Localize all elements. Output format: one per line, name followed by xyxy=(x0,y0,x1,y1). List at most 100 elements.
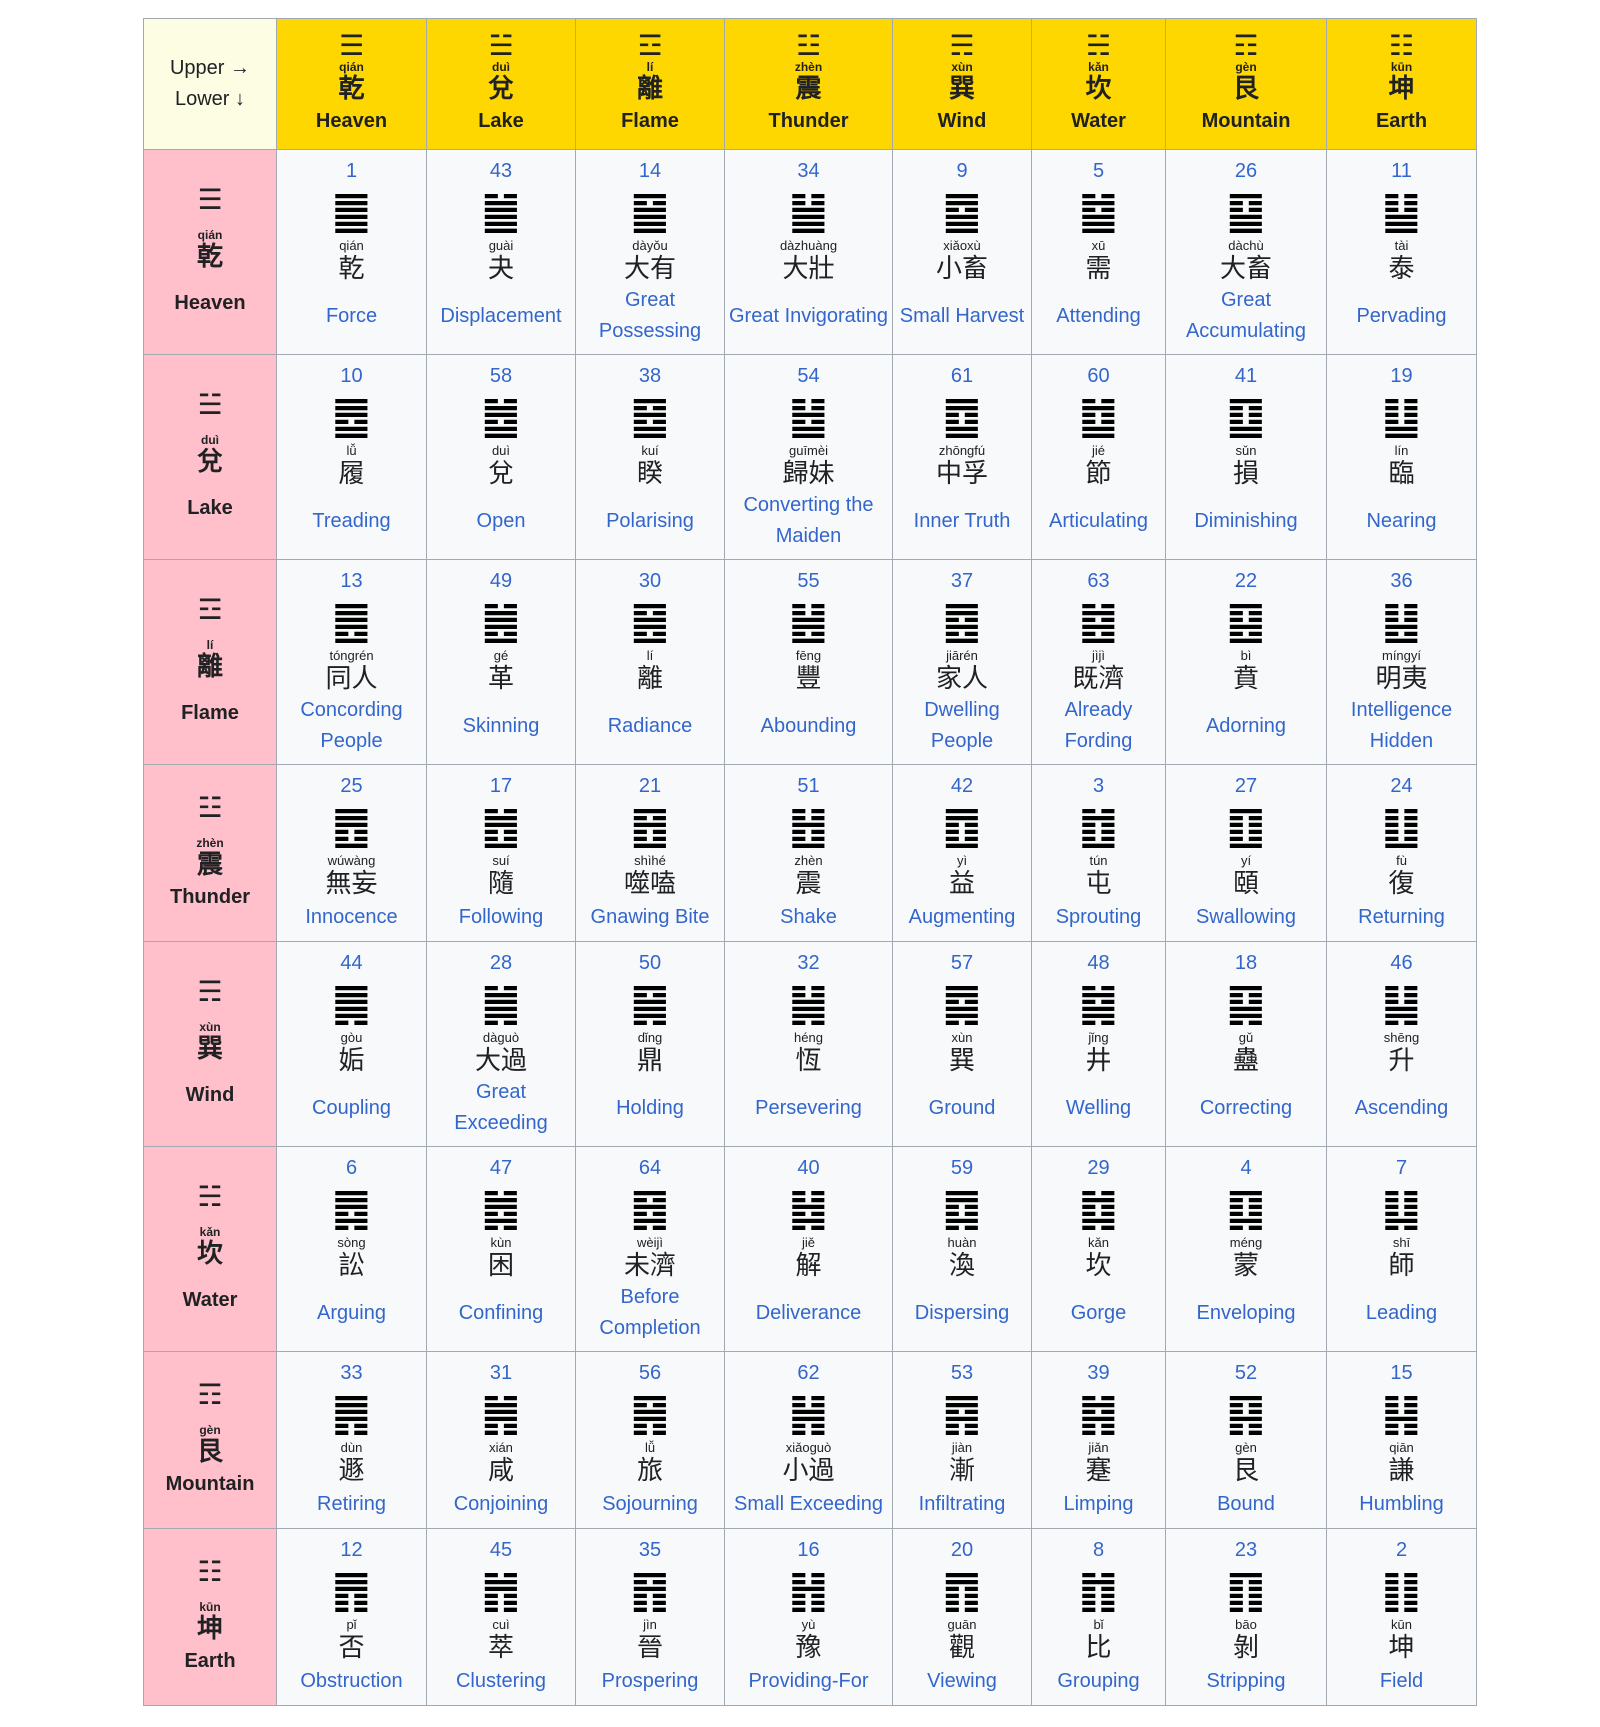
hexagram-number-link[interactable]: 13 xyxy=(279,567,424,595)
hexagram-name-link[interactable]: Field xyxy=(1380,1666,1423,1697)
hexagram-name-link[interactable]: Dispersing xyxy=(915,1298,1009,1329)
hexagram-name-link[interactable]: Intelligence Hidden xyxy=(1329,695,1474,757)
hexagram-number-link[interactable]: 58 xyxy=(429,362,573,390)
hexagram-number-link[interactable]: 21 xyxy=(578,772,722,800)
hexagram-number-link[interactable]: 6 xyxy=(279,1154,424,1182)
hexagram-number-link[interactable]: 51 xyxy=(727,772,890,800)
hexagram-number-link[interactable]: 14 xyxy=(578,157,722,185)
hexagram-number-link[interactable]: 37 xyxy=(895,567,1029,595)
hexagram-name-link[interactable]: Open xyxy=(477,506,526,537)
hexagram-name-link[interactable]: Great Possessing xyxy=(578,285,722,347)
hexagram-number-link[interactable]: 30 xyxy=(578,567,722,595)
hexagram-number-link[interactable]: 52 xyxy=(1168,1359,1324,1387)
hexagram-number-link[interactable]: 41 xyxy=(1168,362,1324,390)
hexagram-number-link[interactable]: 33 xyxy=(279,1359,424,1387)
hexagram-number-link[interactable]: 8 xyxy=(1034,1536,1163,1564)
hexagram-name-link[interactable]: Great Exceeding xyxy=(429,1077,573,1139)
hexagram-name-link[interactable]: Leading xyxy=(1366,1298,1437,1329)
hexagram-number-link[interactable]: 15 xyxy=(1329,1359,1474,1387)
hexagram-number-link[interactable]: 24 xyxy=(1329,772,1474,800)
hexagram-name-link[interactable]: Adorning xyxy=(1206,711,1286,742)
hexagram-name-link[interactable]: Inner Truth xyxy=(914,506,1011,537)
hexagram-name-link[interactable]: Limping xyxy=(1063,1489,1133,1520)
hexagram-number-link[interactable]: 9 xyxy=(895,157,1029,185)
hexagram-number-link[interactable]: 29 xyxy=(1034,1154,1163,1182)
hexagram-number-link[interactable]: 46 xyxy=(1329,949,1474,977)
hexagram-number-link[interactable]: 28 xyxy=(429,949,573,977)
hexagram-name-link[interactable]: Gnawing Bite xyxy=(591,902,710,933)
hexagram-number-link[interactable]: 42 xyxy=(895,772,1029,800)
hexagram-name-link[interactable]: Polarising xyxy=(606,506,694,537)
hexagram-name-link[interactable]: Holding xyxy=(616,1093,684,1124)
hexagram-name-link[interactable]: Treading xyxy=(312,506,390,537)
hexagram-name-link[interactable]: Arguing xyxy=(317,1298,386,1329)
hexagram-name-link[interactable]: Great Accumulating xyxy=(1168,285,1324,347)
hexagram-number-link[interactable]: 26 xyxy=(1168,157,1324,185)
hexagram-number-link[interactable]: 34 xyxy=(727,157,890,185)
hexagram-name-link[interactable]: Abounding xyxy=(761,711,857,742)
hexagram-number-link[interactable]: 11 xyxy=(1329,157,1474,185)
hexagram-number-link[interactable]: 18 xyxy=(1168,949,1324,977)
hexagram-name-link[interactable]: Clustering xyxy=(456,1666,546,1697)
hexagram-number-link[interactable]: 22 xyxy=(1168,567,1324,595)
hexagram-name-link[interactable]: Humbling xyxy=(1359,1489,1443,1520)
hexagram-name-link[interactable]: Returning xyxy=(1358,902,1445,933)
hexagram-name-link[interactable]: Swallowing xyxy=(1196,902,1296,933)
hexagram-number-link[interactable]: 48 xyxy=(1034,949,1163,977)
hexagram-number-link[interactable]: 2 xyxy=(1329,1536,1474,1564)
hexagram-name-link[interactable]: Small Exceeding xyxy=(734,1489,883,1520)
hexagram-name-link[interactable]: Sojourning xyxy=(602,1489,698,1520)
hexagram-name-link[interactable]: Correcting xyxy=(1200,1093,1292,1124)
hexagram-number-link[interactable]: 36 xyxy=(1329,567,1474,595)
hexagram-number-link[interactable]: 38 xyxy=(578,362,722,390)
hexagram-name-link[interactable]: Coupling xyxy=(312,1093,391,1124)
hexagram-name-link[interactable]: Innocence xyxy=(305,902,397,933)
hexagram-name-link[interactable]: Radiance xyxy=(608,711,693,742)
hexagram-name-link[interactable]: Prospering xyxy=(602,1666,699,1697)
hexagram-number-link[interactable]: 3 xyxy=(1034,772,1163,800)
hexagram-number-link[interactable]: 54 xyxy=(727,362,890,390)
hexagram-name-link[interactable]: Obstruction xyxy=(300,1666,402,1697)
hexagram-number-link[interactable]: 27 xyxy=(1168,772,1324,800)
hexagram-number-link[interactable]: 64 xyxy=(578,1154,722,1182)
hexagram-number-link[interactable]: 60 xyxy=(1034,362,1163,390)
hexagram-number-link[interactable]: 23 xyxy=(1168,1536,1324,1564)
hexagram-number-link[interactable]: 44 xyxy=(279,949,424,977)
hexagram-number-link[interactable]: 10 xyxy=(279,362,424,390)
hexagram-number-link[interactable]: 39 xyxy=(1034,1359,1163,1387)
hexagram-name-link[interactable]: Already Fording xyxy=(1034,695,1163,757)
hexagram-name-link[interactable]: Grouping xyxy=(1057,1666,1139,1697)
hexagram-name-link[interactable]: Great Invigorating xyxy=(729,301,888,332)
hexagram-name-link[interactable]: Ground xyxy=(929,1093,996,1124)
hexagram-number-link[interactable]: 62 xyxy=(727,1359,890,1387)
hexagram-name-link[interactable]: Deliverance xyxy=(756,1298,862,1329)
hexagram-name-link[interactable]: Bound xyxy=(1217,1489,1275,1520)
hexagram-number-link[interactable]: 56 xyxy=(578,1359,722,1387)
hexagram-number-link[interactable]: 12 xyxy=(279,1536,424,1564)
hexagram-number-link[interactable]: 43 xyxy=(429,157,573,185)
hexagram-number-link[interactable]: 50 xyxy=(578,949,722,977)
hexagram-name-link[interactable]: Retiring xyxy=(317,1489,386,1520)
hexagram-number-link[interactable]: 4 xyxy=(1168,1154,1324,1182)
hexagram-name-link[interactable]: Ascending xyxy=(1355,1093,1448,1124)
hexagram-number-link[interactable]: 47 xyxy=(429,1154,573,1182)
hexagram-number-link[interactable]: 53 xyxy=(895,1359,1029,1387)
hexagram-name-link[interactable]: Force xyxy=(326,301,377,332)
hexagram-number-link[interactable]: 57 xyxy=(895,949,1029,977)
hexagram-number-link[interactable]: 59 xyxy=(895,1154,1029,1182)
hexagram-name-link[interactable]: Viewing xyxy=(927,1666,997,1697)
hexagram-name-link[interactable]: Skinning xyxy=(463,711,540,742)
hexagram-name-link[interactable]: Attending xyxy=(1056,301,1141,332)
hexagram-number-link[interactable]: 49 xyxy=(429,567,573,595)
hexagram-number-link[interactable]: 45 xyxy=(429,1536,573,1564)
hexagram-number-link[interactable]: 16 xyxy=(727,1536,890,1564)
hexagram-name-link[interactable]: Persevering xyxy=(755,1093,862,1124)
hexagram-name-link[interactable]: Before Completion xyxy=(578,1282,722,1344)
hexagram-number-link[interactable]: 32 xyxy=(727,949,890,977)
hexagram-number-link[interactable]: 1 xyxy=(279,157,424,185)
hexagram-name-link[interactable]: Stripping xyxy=(1207,1666,1286,1697)
hexagram-name-link[interactable]: Dwelling People xyxy=(895,695,1029,757)
hexagram-number-link[interactable]: 7 xyxy=(1329,1154,1474,1182)
hexagram-name-link[interactable]: Pervading xyxy=(1356,301,1446,332)
hexagram-name-link[interactable]: Small Harvest xyxy=(900,301,1024,332)
